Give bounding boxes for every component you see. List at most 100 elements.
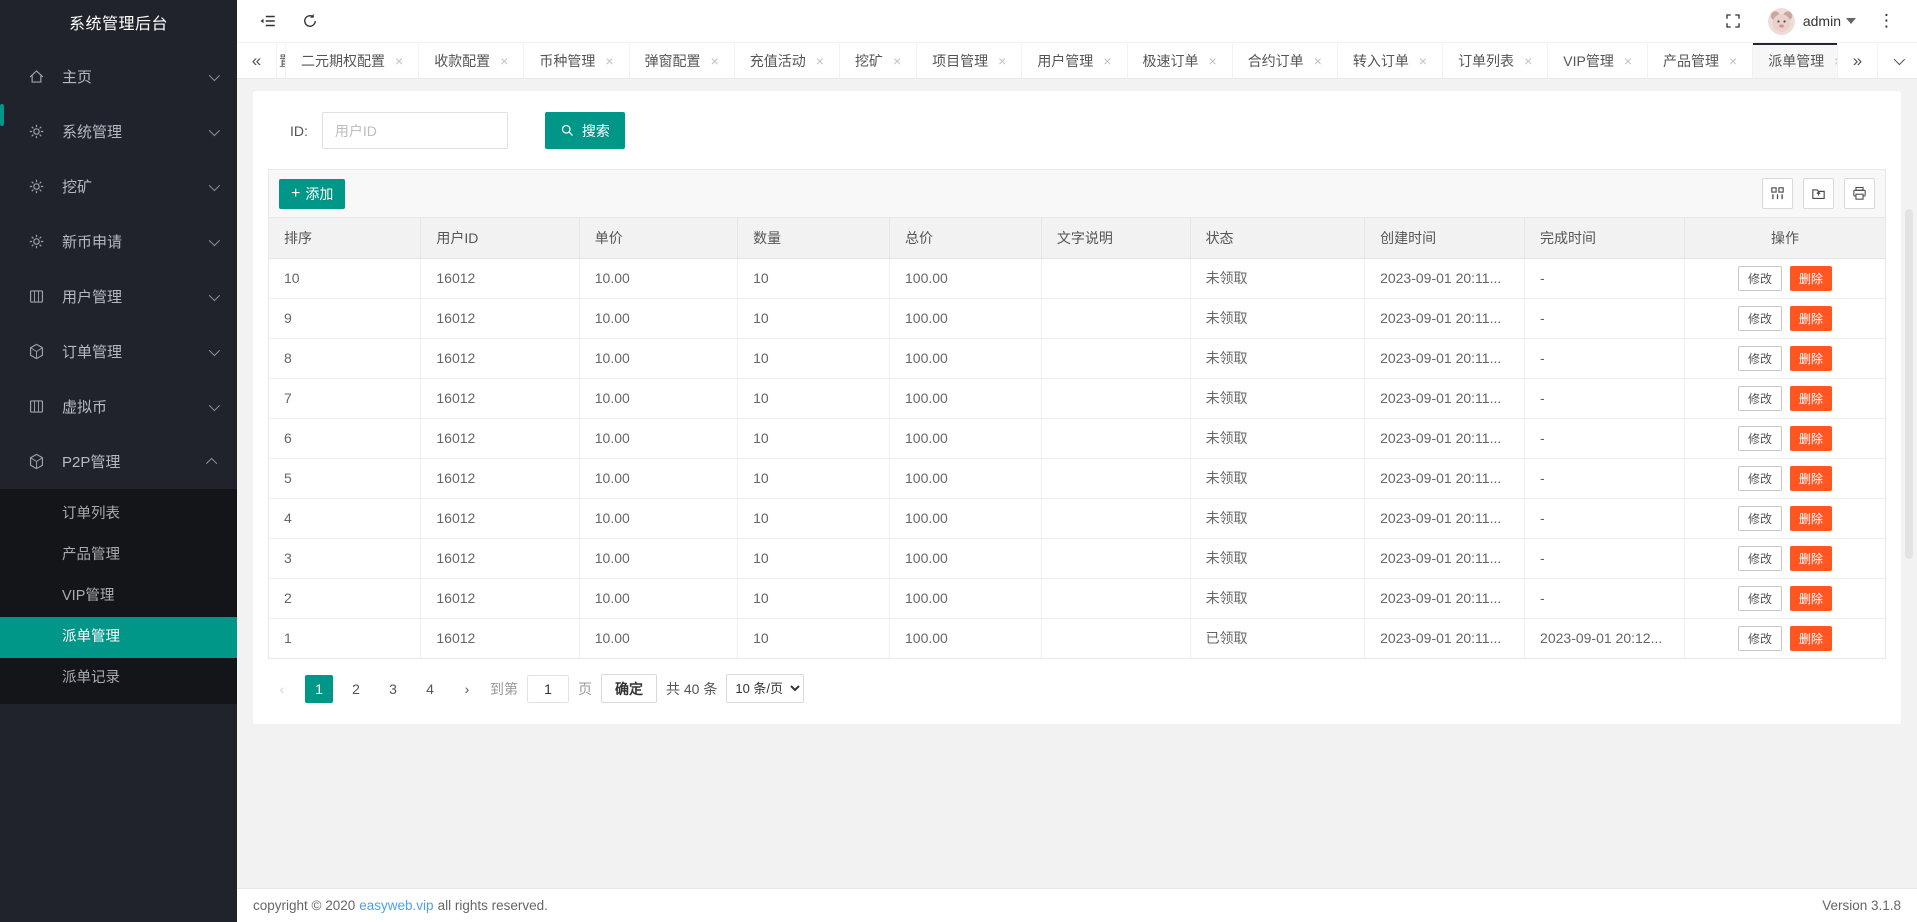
page-button-4[interactable]: 4 (416, 675, 444, 703)
page-button-3[interactable]: 3 (379, 675, 407, 703)
tab-close-icon[interactable]: × (998, 53, 1006, 69)
tab-item[interactable]: 合约订单 × (1233, 43, 1338, 78)
delete-button[interactable]: 删除 (1790, 465, 1833, 491)
edit-button[interactable]: 修改 (1737, 265, 1782, 291)
sidebar-item-home[interactable]: 主页 (0, 49, 237, 104)
tab-close-icon[interactable]: × (605, 53, 613, 69)
tab-item[interactable]: 项目管理 × (917, 43, 1023, 78)
tab-close-icon[interactable]: × (1834, 53, 1837, 69)
fullscreen-icon (1726, 14, 1740, 28)
edit-button[interactable]: 修改 (1737, 425, 1782, 451)
tab-item[interactable]: 弹窗配置 × (630, 43, 735, 78)
goto-page-input[interactable] (527, 674, 569, 703)
delete-button[interactable]: 删除 (1790, 345, 1833, 371)
tab-close-icon[interactable]: × (1209, 53, 1217, 69)
tab-item[interactable]: 挖矿 × (840, 43, 918, 78)
tab-label: 充值活动 (749, 52, 806, 69)
sidebar-subitem-product-mgmt[interactable]: 产品管理 (0, 535, 237, 576)
copyright-link[interactable]: easyweb.vip (359, 898, 433, 913)
cell-qty: 10 (737, 298, 890, 339)
tab-item[interactable]: 用户管理 × (1022, 43, 1128, 78)
sidebar-subitem-dispatch-mgmt[interactable]: 派单管理 (0, 617, 237, 658)
tab-item[interactable]: 极速订单 × (1128, 43, 1233, 78)
search-input[interactable] (321, 112, 508, 149)
tab-close-icon[interactable]: × (816, 53, 824, 69)
tab-close-icon[interactable]: × (500, 53, 508, 69)
cell-note (1041, 338, 1191, 379)
sidebar-item-user-mgmt[interactable]: 用户管理 (0, 269, 237, 324)
sidebar-item-mining[interactable]: 挖矿 (0, 159, 237, 214)
tabs-scroll-right-button[interactable]: » (1837, 43, 1877, 78)
edit-button[interactable]: 修改 (1737, 305, 1782, 331)
tab-item[interactable]: VIP管理 × (1548, 43, 1649, 78)
tab-item[interactable]: 产品管理 × (1648, 43, 1754, 78)
tab-close-icon[interactable]: × (711, 53, 719, 69)
copyright-suffix: all rights reserved. (437, 898, 548, 913)
avatar[interactable] (1767, 7, 1795, 35)
tab-item[interactable]: 二元期权配置 × (286, 43, 420, 78)
tab-close-icon[interactable]: × (893, 53, 901, 69)
delete-button[interactable]: 删除 (1790, 545, 1833, 571)
edit-button[interactable]: 修改 (1737, 585, 1782, 611)
tab-close-icon[interactable]: × (1314, 53, 1322, 69)
fullscreen-button[interactable] (1712, 0, 1754, 42)
sidebar-subitem-dispatch-log[interactable]: 派单记录 (0, 658, 237, 699)
more-menu-button[interactable]: ⋮ (1866, 11, 1907, 31)
edit-button[interactable]: 修改 (1737, 505, 1782, 531)
tab-close-icon[interactable]: × (1103, 53, 1111, 69)
edit-button[interactable]: 修改 (1737, 385, 1782, 411)
edit-button[interactable]: 修改 (1737, 625, 1782, 651)
page-button-2[interactable]: 2 (342, 675, 370, 703)
refresh-button[interactable] (289, 0, 331, 42)
sidebar-item-p2p-mgmt[interactable]: P2P管理 (0, 434, 237, 489)
tab-item[interactable]: 派单管理 × (1753, 43, 1837, 78)
tab-close-icon[interactable]: × (1524, 53, 1532, 69)
add-button[interactable]: + 添加 (279, 178, 346, 209)
delete-button[interactable]: 删除 (1790, 625, 1833, 651)
username[interactable]: admin (1803, 13, 1841, 29)
column-header: 排序 (269, 218, 422, 259)
delete-button[interactable]: 删除 (1790, 425, 1833, 451)
tab-close-icon[interactable]: × (395, 53, 403, 69)
delete-button[interactable]: 删除 (1790, 585, 1833, 611)
page-size-select[interactable]: 10 条/页 (726, 674, 805, 703)
next-page-button[interactable]: › (453, 675, 481, 703)
tab-close-icon[interactable]: × (1624, 53, 1632, 69)
prev-page-button[interactable]: ‹ (268, 675, 296, 703)
goto-confirm-button[interactable]: 确定 (601, 674, 657, 703)
sidebar-item-new-coin-apply[interactable]: 新币申请 (0, 214, 237, 269)
tab-item[interactable]: 置× (277, 43, 286, 78)
export-button[interactable] (1803, 178, 1834, 209)
delete-button[interactable]: 删除 (1790, 385, 1833, 411)
tabs-scroll-left-button[interactable]: « (237, 43, 277, 78)
sidebar-item-system-mgmt[interactable]: 系统管理 (0, 104, 237, 159)
tab-item[interactable]: 充值活动 × (735, 43, 840, 78)
tab-label: 置 (279, 51, 285, 71)
edit-button[interactable]: 修改 (1737, 545, 1782, 571)
edit-button[interactable]: 修改 (1737, 345, 1782, 371)
tabs-menu-button[interactable] (1877, 43, 1917, 78)
search-button[interactable]: 搜索 (544, 112, 625, 149)
sidebar-scrollbar-thumb[interactable] (0, 104, 4, 126)
sidebar-collapse-button[interactable] (247, 0, 289, 42)
content-scrollbar-thumb[interactable] (1905, 209, 1913, 559)
sidebar-item-order-mgmt[interactable]: 订单管理 (0, 324, 237, 379)
tab-item[interactable]: 订单列表 × (1443, 43, 1549, 78)
page-button-1[interactable]: 1 (305, 674, 333, 703)
tab-item[interactable]: 转入订单 × (1338, 43, 1444, 78)
delete-button[interactable]: 删除 (1790, 305, 1833, 331)
tab-close-icon[interactable]: × (1729, 53, 1737, 69)
delete-button[interactable]: 删除 (1790, 265, 1833, 291)
cell-finished: - (1524, 578, 1686, 619)
tab-item[interactable]: 收款配置 × (419, 43, 525, 78)
sidebar-subitem-vip-mgmt[interactable]: VIP管理 (0, 576, 237, 617)
columns-toggle-button[interactable] (1762, 178, 1793, 209)
cell-total: 100.00 (889, 578, 1042, 619)
print-button[interactable] (1844, 178, 1875, 209)
delete-button[interactable]: 删除 (1790, 505, 1833, 531)
edit-button[interactable]: 修改 (1737, 465, 1782, 491)
sidebar-subitem-order-list[interactable]: 订单列表 (0, 494, 237, 535)
tab-close-icon[interactable]: × (1419, 53, 1427, 69)
sidebar-item-virtual-coin[interactable]: 虚拟币 (0, 379, 237, 434)
tab-item[interactable]: 币种管理 × (524, 43, 630, 78)
